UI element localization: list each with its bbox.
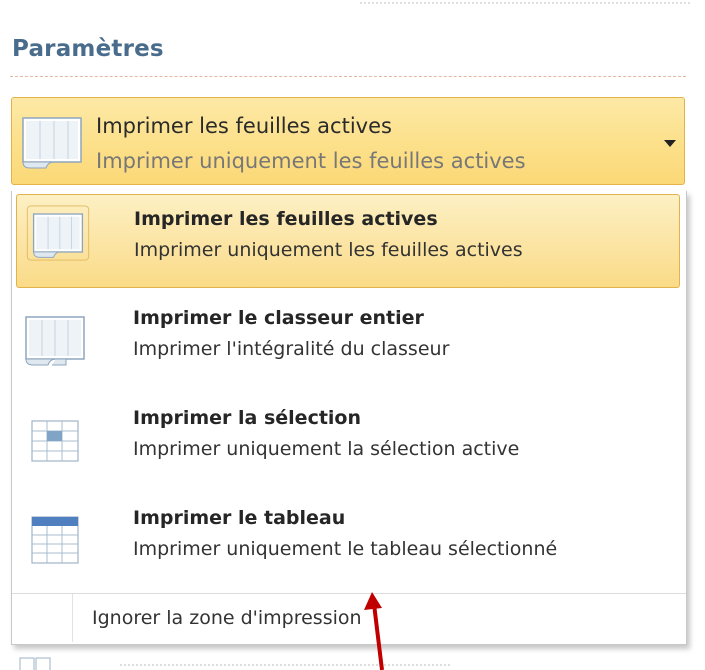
menu-item-selection[interactable]: Imprimer la sélection Imprimer uniquemen… (12, 391, 682, 487)
table-icon (31, 516, 79, 564)
menu-item-title: Imprimer le classeur entier (133, 307, 424, 329)
menu-item-title: Imprimer la sélection (133, 407, 361, 429)
faint-top-edge (360, 2, 690, 14)
menu-item-description: Imprimer uniquement la sélection active (133, 438, 520, 460)
dropdown-selected-title: Imprimer les feuilles actives (96, 114, 392, 138)
active-sheets-icon (26, 205, 90, 261)
section-divider (10, 76, 686, 77)
selection-icon (31, 420, 79, 462)
active-sheets-icon (22, 117, 82, 169)
menu-gutter (72, 594, 73, 642)
chevron-down-icon[interactable] (664, 140, 676, 147)
menu-item-description: Imprimer uniquement les feuilles actives (134, 239, 523, 261)
print-what-menu: Imprimer les feuilles actives Imprimer u… (11, 191, 687, 645)
menu-item-active-sheets[interactable]: Imprimer les feuilles actives Imprimer u… (16, 194, 680, 288)
faint-bottom-text (120, 664, 450, 666)
copies-icon (19, 657, 51, 670)
section-title: Paramètres (12, 36, 164, 62)
ignore-print-area-label: Ignorer la zone d'impression (92, 607, 362, 629)
menu-item-table[interactable]: Imprimer le tableau Imprimer uniquement … (12, 491, 682, 587)
menu-item-description: Imprimer uniquement le tableau sélection… (133, 538, 558, 560)
workbook-icon (25, 316, 85, 366)
annotation-arrow-icon (364, 592, 384, 670)
menu-item-description: Imprimer l'intégralité du classeur (133, 338, 450, 360)
print-what-dropdown[interactable]: Imprimer les feuilles actives Imprimer u… (11, 97, 685, 185)
menu-item-title: Imprimer les feuilles actives (134, 208, 438, 230)
menu-item-title: Imprimer le tableau (133, 507, 346, 529)
menu-item-entire-workbook[interactable]: Imprimer le classeur entier Imprimer l'i… (12, 291, 682, 387)
dropdown-selected-description: Imprimer uniquement les feuilles actives (96, 149, 526, 173)
